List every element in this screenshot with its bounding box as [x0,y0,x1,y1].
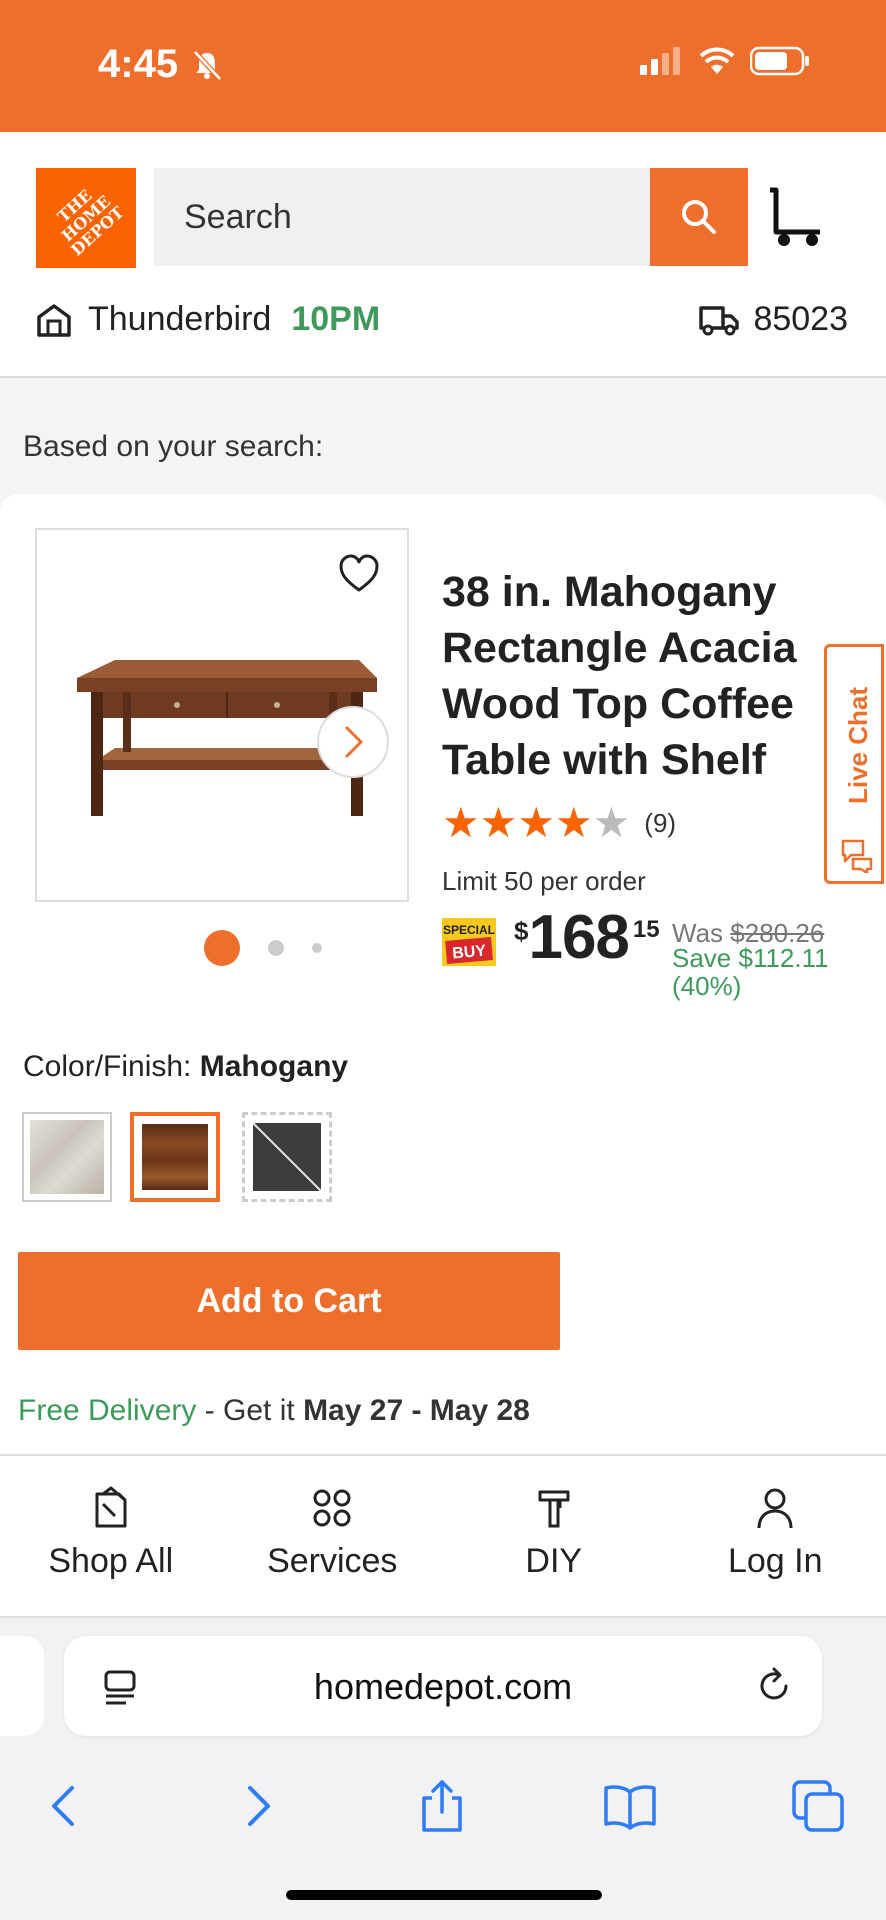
bottom-nav: Shop All Services DIY Log In [0,1454,886,1618]
live-chat-label: Live Chat [843,687,873,805]
add-to-cart-button[interactable]: Add to Cart [18,1252,560,1350]
price-dollar-sign: $ [514,916,529,946]
services-icon [313,1489,351,1527]
based-on-heading: Based on your search: [23,430,324,463]
store-icon [37,303,71,337]
special-buy-badge: SPECIAL BUY [442,918,496,966]
url-text: homedepot.com [313,1666,573,1707]
product-title[interactable]: 38 in. Mahogany Rectangle Acacia Wood To… [442,564,832,788]
nav-services[interactable]: Services [222,1456,444,1616]
address-bar[interactable]: homedepot.com [64,1636,822,1736]
cellular-signal-icon [640,47,680,75]
product-image-carousel[interactable] [35,528,409,902]
silent-bell-icon [193,50,222,81]
delivery-dates: May 27 - May 28 [303,1394,530,1427]
home-depot-logo[interactable]: THE HOME DEPOT [36,168,136,268]
delivery-info: Free Delivery - Get it May 27 - May 28 [18,1394,530,1428]
swatch-light-wood[interactable] [22,1112,112,1202]
reload-icon[interactable] [754,1666,794,1706]
zip-code: 85023 [753,300,848,338]
star-icon: ★ [517,799,555,846]
bookmarks-icon[interactable] [602,1778,658,1834]
logo-text: THE HOME DEPOT [53,185,128,260]
swatch-dark-unavailable[interactable] [242,1112,332,1202]
savings: Save $112.11 (40%) [672,944,829,1000]
free-delivery-label[interactable]: Free Delivery [18,1394,196,1427]
color-finish-title: Color/Finish: [23,1050,192,1083]
color-finish-selected: Mahogany [199,1050,349,1083]
delivery-truck-icon [699,305,740,335]
delivery-zip[interactable]: 85023 [699,300,848,339]
nav-log-in[interactable]: Log In [665,1456,886,1616]
browser-toolbar [0,1758,886,1858]
store-hours: 10PM [291,300,381,338]
carousel-dot[interactable] [312,943,322,953]
status-indicators [640,46,810,76]
price: $ 168 15 [514,906,660,970]
search-icon [682,200,716,234]
nav-shop-all-label: Shop All [48,1542,174,1580]
back-icon[interactable] [38,1778,94,1834]
status-time: 4:45 [98,42,179,86]
star-empty-icon: ★ [592,799,631,846]
product-card: 38 in. Mahogany Rectangle Acacia Wood To… [0,494,886,1454]
review-count: (9) [644,807,677,838]
shop-all-icon [95,1486,127,1528]
swatch-unavailable-fill [252,1122,322,1192]
cart-icon[interactable] [764,186,828,250]
nav-diy[interactable]: DIY [443,1456,665,1616]
carousel-dots [204,930,350,966]
special-buy-top: SPECIAL [443,923,495,937]
nav-shop-all[interactable]: Shop All [0,1456,222,1616]
price-dollars: 168 [528,903,629,972]
order-limit: Limit 50 per order [442,866,646,896]
color-finish-label: Color/Finish: Mahogany [23,1050,348,1084]
delivery-text: - Get it [196,1394,304,1427]
price-cents: 15 [632,916,660,943]
nav-diy-label: DIY [525,1542,583,1580]
star-icon: ★ [554,799,593,846]
previous-tab-peek[interactable] [0,1636,44,1736]
site-header: THE HOME DEPOT Search Thunderbird 10PM 8… [0,132,886,378]
swatch-fill [30,1120,104,1194]
nav-log-in-label: Log In [727,1542,823,1580]
status-bar: 4:45 [0,0,886,132]
product-rating[interactable]: ★ ★ ★ ★ ★ (9) [442,802,676,844]
save-amount: Save $112.11 [672,943,829,973]
tabs-icon[interactable] [790,1778,846,1834]
browser-chrome: homedepot.com [0,1618,886,1920]
diy-icon [538,1490,570,1528]
special-buy-bottom: BUY [452,943,487,963]
store-name: Thunderbird [88,300,272,338]
swatch-mahogany[interactable] [130,1112,220,1202]
live-chat-button[interactable]: Live Chat [824,644,884,884]
wifi-icon [699,47,735,74]
share-icon[interactable] [414,1778,470,1834]
search-button[interactable] [650,168,748,266]
carousel-dot-active[interactable] [204,930,240,966]
battery-icon [750,46,809,76]
chat-bubbles-icon [841,839,873,873]
carousel-dot[interactable] [268,940,284,956]
chevron-right-icon [345,726,363,758]
forward-icon[interactable] [228,1778,284,1834]
home-indicator[interactable] [286,1890,602,1900]
search-input[interactable]: Search [154,168,650,266]
store-info[interactable]: Thunderbird 10PM [36,300,380,339]
search-placeholder: Search [184,197,292,236]
swatch-fill [142,1124,208,1190]
save-percent: (40%) [672,971,742,1001]
nav-services-label: Services [267,1542,398,1580]
next-image-button[interactable] [317,706,389,778]
star-icon: ★ [479,799,518,846]
star-icon: ★ [442,799,480,846]
favorite-heart-icon[interactable] [337,552,381,596]
user-icon [757,1488,793,1529]
